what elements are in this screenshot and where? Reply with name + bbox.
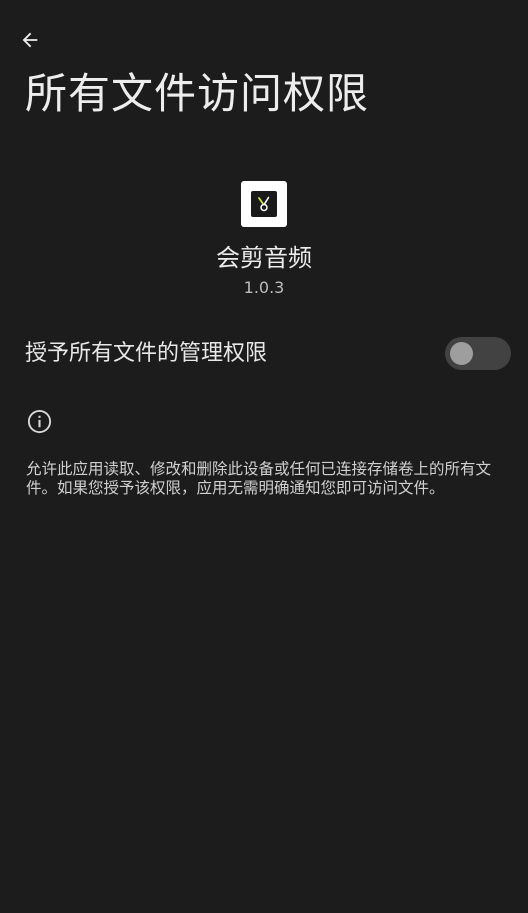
back-button[interactable]: [12, 22, 48, 58]
permission-label: 授予所有文件的管理权限: [25, 341, 268, 366]
all-files-permission-row[interactable]: 授予所有文件的管理权限: [0, 334, 528, 374]
permission-toggle[interactable]: [445, 337, 511, 370]
page-title: 所有文件访问权限: [25, 69, 370, 118]
app-info: 会剪音频 1.0.3: [0, 181, 528, 298]
toggle-thumb: [450, 342, 473, 365]
info-icon: [27, 409, 52, 434]
permission-description: 允许此应用读取、修改和删除此设备或任何已连接存储卷上的所有文件。如果您授予该权限…: [26, 460, 492, 497]
arrow-left-icon: [22, 32, 38, 48]
app-name: 会剪音频: [216, 244, 312, 272]
app-version: 1.0.3: [243, 278, 285, 297]
app-logo-icon: [241, 181, 287, 227]
